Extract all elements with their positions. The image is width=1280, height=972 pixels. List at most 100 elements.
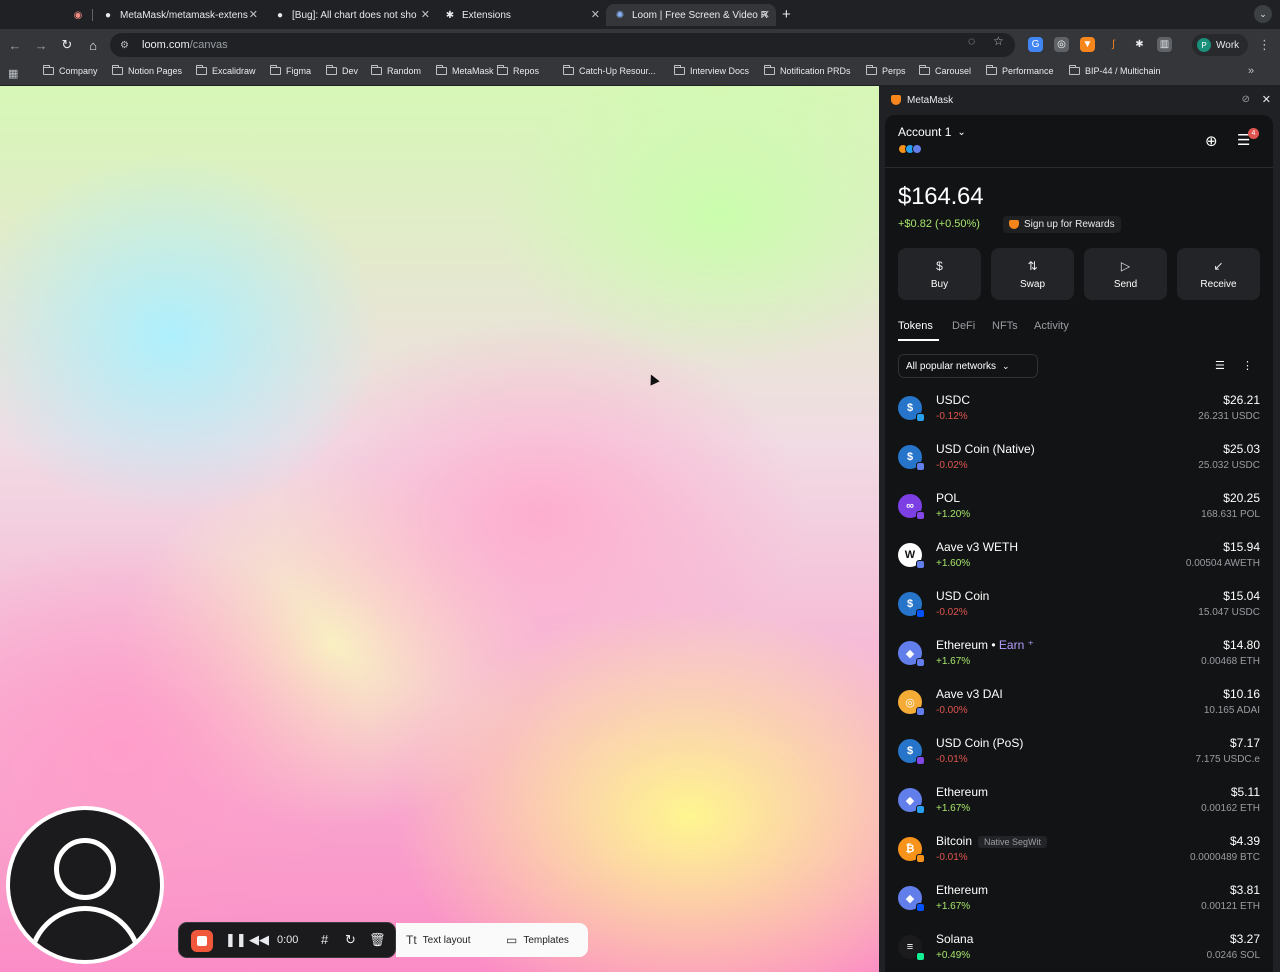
token-row[interactable]: $ USDC -0.12% $26.21 26.231 USDC <box>885 390 1273 439</box>
text-layout-button[interactable]: Tt Text layout <box>406 933 470 947</box>
bookmark-folder[interactable]: Catch-Up Resour... <box>563 65 656 76</box>
token-row[interactable]: ₿ Bitcoin Native SegWit -0.01% $4.39 0.000048… <box>885 831 1273 880</box>
tab-separator <box>92 9 93 21</box>
send-button[interactable]: ▷ Send <box>1084 248 1167 300</box>
bookmark-folder[interactable]: Interview Docs <box>674 65 749 76</box>
token-row[interactable]: ≡ Solana +0.49% $3.27 0.0246 SOL <box>885 929 1273 972</box>
token-row[interactable]: ◆ Ethereum +1.67% $3.81 0.00121 ETH <box>885 880 1273 929</box>
token-change: +1.67% <box>936 656 971 667</box>
bookmark-folder[interactable]: Notification PRDs <box>764 65 851 76</box>
new-tab-button[interactable]: + <box>782 6 791 23</box>
folder-icon <box>112 65 123 75</box>
bookmark-folder[interactable]: Notion Pages <box>112 65 182 76</box>
side-panel-icon[interactable]: ▥ <box>1157 37 1172 52</box>
folder-icon <box>497 65 508 75</box>
tab-activity[interactable]: Activity <box>1034 320 1069 332</box>
address-bar[interactable]: ⚙ loom.com/canvas <box>110 33 1015 57</box>
tab-defi[interactable]: DeFi <box>952 320 975 332</box>
forward-button[interactable]: → <box>32 36 50 54</box>
bookmark-folder[interactable]: Dev <box>326 65 358 76</box>
bookmark-folder[interactable]: Carousel <box>919 65 971 76</box>
globe-icon[interactable]: ⊕ <box>1205 132 1218 150</box>
more-options-icon[interactable]: ⋮ <box>1242 359 1253 372</box>
tab-search-button[interactable]: ⌄ <box>1254 5 1272 23</box>
bookmark-star-icon[interactable]: ☆ <box>993 34 1004 48</box>
token-row[interactable]: ◎ Aave v3 DAI -0.00% $10.16 10.165 ADAI <box>885 684 1273 733</box>
tab-recording[interactable]: ◉ <box>64 4 90 26</box>
close-icon[interactable]: ✕ <box>1262 93 1271 106</box>
tab-title: [Bug]: All chart does not sho <box>292 9 417 21</box>
token-row[interactable]: ∞ POL +1.20% $20.25 168.631 POL <box>885 488 1273 537</box>
token-name: Bitcoin Native SegWit <box>936 834 1048 848</box>
metamask-extension-icon[interactable]: ▼ <box>1080 37 1095 52</box>
close-icon[interactable]: ✕ <box>591 8 600 21</box>
trash-icon[interactable]: 🗑 <box>369 932 386 948</box>
bookmark-folder[interactable]: Random <box>371 65 421 76</box>
token-row[interactable]: ◆ Ethereum • Earn ⁺ +1.67% $14.80 0.00468 ET… <box>885 635 1273 684</box>
rewards-button[interactable]: Sign up for Rewards <box>1003 216 1121 233</box>
earn-link[interactable]: Earn <box>999 638 1024 652</box>
swap-button[interactable]: ⇅ Swap <box>991 248 1074 300</box>
token-row[interactable]: $ USD Coin -0.02% $15.04 15.047 USDC <box>885 586 1273 635</box>
bookmark-folder[interactable]: Excalidraw <box>196 65 256 76</box>
bookmark-folder[interactable]: BIP-44 / Multichain <box>1069 65 1161 76</box>
back-button[interactable]: ← <box>6 36 24 54</box>
network-avatars[interactable] <box>898 144 922 154</box>
token-amount: 25.032 USDC <box>1198 460 1260 471</box>
close-icon[interactable]: ✕ <box>421 8 430 21</box>
extension-icon[interactable]: G <box>1028 37 1043 52</box>
stop-recording-button[interactable] <box>191 930 213 952</box>
url-text: loom.com/canvas <box>142 39 228 51</box>
tab-nfts[interactable]: NFTs <box>992 320 1018 332</box>
camera-bubble[interactable] <box>6 806 164 964</box>
apps-grid-icon[interactable]: ▦ <box>8 67 18 80</box>
rewind-icon[interactable]: ◀◀ <box>249 932 269 948</box>
home-button[interactable]: ⌂ <box>84 36 102 54</box>
close-icon[interactable]: ✕ <box>761 8 770 21</box>
restart-icon[interactable]: ↻ <box>345 932 356 948</box>
folder-icon <box>196 65 207 75</box>
token-row[interactable]: W Aave v3 WETH +1.60% $15.94 0.00504 AWETH <box>885 537 1273 586</box>
token-row[interactable]: ◆ Ethereum +1.67% $5.11 0.00162 ETH <box>885 782 1273 831</box>
network-filter-dropdown[interactable]: All popular networks ⌄ <box>898 354 1038 378</box>
reload-button[interactable]: ↻ <box>58 36 76 54</box>
close-icon[interactable]: ✕ <box>249 8 258 21</box>
tab-4-active[interactable]: ✺ Loom | Free Screen & Video R ✕ <box>606 4 776 26</box>
bookmark-folder[interactable]: MetaMask <box>436 65 494 76</box>
monitor-icon: ▭ <box>506 933 518 947</box>
bookmark-folder[interactable]: Perps <box>866 65 906 76</box>
chrome-menu-icon[interactable]: ⋮ <box>1258 37 1271 53</box>
tab-tokens[interactable]: Tokens <box>898 320 933 332</box>
token-name: USD Coin (Native) <box>936 442 1035 456</box>
bookmark-folder[interactable]: Performance <box>986 65 1054 76</box>
token-amount: 10.165 ADAI <box>1203 705 1260 716</box>
pause-icon[interactable]: ❚❚ <box>225 932 247 948</box>
bookmarks-overflow-icon[interactable]: » <box>1248 65 1254 77</box>
token-fiat-value: $25.03 <box>1223 442 1260 456</box>
extensions-puzzle-icon[interactable]: ✱ <box>1132 37 1147 52</box>
token-change: +1.60% <box>936 558 971 569</box>
token-row[interactable]: $ USD Coin (PoS) -0.01% $7.17 7.175 USDC.e <box>885 733 1273 782</box>
site-info-icon[interactable]: ⚙ <box>120 40 132 51</box>
bookmark-folder[interactable]: Company <box>43 65 98 76</box>
profile-button[interactable]: P Work <box>1192 34 1248 56</box>
tab-1[interactable]: ● MetaMask/metamask-extens ✕ <box>94 4 264 26</box>
tab-3[interactable]: ✱ Extensions ✕ <box>436 4 606 26</box>
pin-icon[interactable]: ⊘ <box>1242 94 1250 105</box>
loom-canvas[interactable]: ❚❚ ◀◀ 0:00 # ↻ 🗑 Tt Text layout ▭ Templa… <box>0 86 879 972</box>
bookmark-folder[interactable]: Repos <box>497 65 539 76</box>
tab-2[interactable]: ● [Bug]: All chart does not sho ✕ <box>266 4 436 26</box>
account-picker[interactable]: Account 1 ⌄ <box>898 125 966 139</box>
extension-icon[interactable]: ʃ <box>1106 37 1121 52</box>
buy-button[interactable]: $ Buy <box>898 248 981 300</box>
sort-filter-icon[interactable]: ☰ <box>1215 359 1225 372</box>
bookmark-folder[interactable]: Figma <box>270 65 311 76</box>
token-name-text: Ethereum <box>936 883 989 897</box>
extension-icon[interactable]: ◎ <box>1054 37 1069 52</box>
eye-off-icon[interactable]: ◌ <box>968 34 975 48</box>
templates-button[interactable]: ▭ Templates <box>506 933 569 947</box>
receive-button[interactable]: ↙ Receive <box>1177 248 1260 300</box>
token-row[interactable]: $ USD Coin (Native) -0.02% $25.03 25.032 USD… <box>885 439 1273 488</box>
grid-icon[interactable]: # <box>321 932 328 947</box>
token-fiat-value: $10.16 <box>1223 687 1260 701</box>
